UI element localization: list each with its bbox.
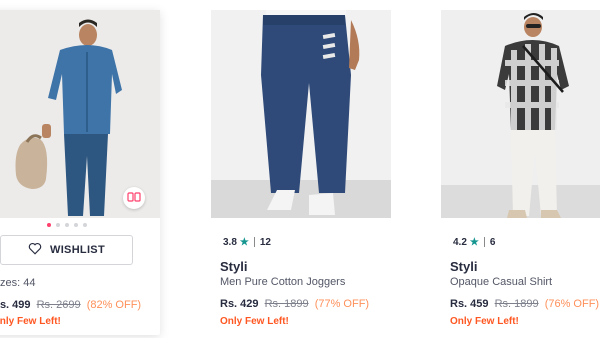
stock-note: Only Few Left!	[220, 316, 289, 327]
carousel-dot[interactable]	[83, 223, 87, 227]
carousel-dot[interactable]	[47, 223, 51, 227]
star-icon: ★	[239, 236, 249, 248]
product-card[interactable]: WISHLIST zes: 44 Rs. 499 Rs. 2699 (82% O…	[0, 10, 160, 335]
carousel-dot[interactable]	[56, 223, 60, 227]
product-title: Opaque Casual Shirt	[450, 276, 553, 288]
wishlist-button[interactable]: WISHLIST	[0, 235, 133, 265]
selling-price: Rs. 429	[220, 298, 259, 310]
price-row: Rs. 499 Rs. 2699 (82% OFF)	[0, 299, 141, 311]
product-title: Men Pure Cotton Joggers	[220, 276, 346, 288]
product-brand: Styli	[450, 259, 478, 274]
compare-badge-icon	[127, 189, 141, 207]
heart-outline-icon	[28, 242, 42, 258]
carousel-dot[interactable]	[65, 223, 69, 227]
discount-label: (82% OFF)	[86, 299, 142, 311]
compare-badge[interactable]	[123, 187, 145, 209]
rating-separator	[483, 237, 485, 247]
carousel-dot[interactable]	[74, 223, 78, 227]
rating-badge: 3.8 ★ 12	[218, 232, 276, 252]
product-card[interactable]: 4.2 ★ 6 Styli Opaque Casual Shirt Rs. 45…	[441, 10, 600, 335]
rating-value: 3.8	[223, 236, 237, 248]
product-card[interactable]: 3.8 ★ 12 Styli Men Pure Cotton Joggers R…	[211, 10, 391, 335]
price-row: Rs. 459 Rs. 1899 (76% OFF)	[450, 298, 599, 310]
rating-separator	[253, 237, 255, 247]
product-image[interactable]	[211, 10, 391, 218]
product-image[interactable]	[441, 10, 600, 218]
discount-label: (76% OFF)	[544, 298, 600, 310]
star-icon: ★	[469, 236, 479, 248]
original-price: Rs. 2699	[36, 299, 81, 311]
available-sizes: zes: 44	[0, 277, 36, 289]
rating-count: 6	[489, 236, 496, 248]
original-price: Rs. 1899	[264, 298, 309, 310]
price-row: Rs. 429 Rs. 1899 (77% OFF)	[220, 298, 369, 310]
original-price: Rs. 1899	[494, 298, 539, 310]
selling-price: Rs. 459	[450, 298, 489, 310]
rating-count: 12	[259, 236, 271, 248]
selling-price: Rs. 499	[0, 299, 31, 311]
rating-value: 4.2	[453, 236, 467, 248]
stock-note: Only Few Left!	[0, 316, 61, 327]
discount-label: (77% OFF)	[314, 298, 370, 310]
stock-note: Only Few Left!	[450, 316, 519, 327]
rating-badge: 4.2 ★ 6	[448, 232, 501, 252]
image-carousel-dots	[47, 223, 87, 227]
product-brand: Styli	[220, 259, 248, 274]
wishlist-label: WISHLIST	[50, 244, 105, 256]
